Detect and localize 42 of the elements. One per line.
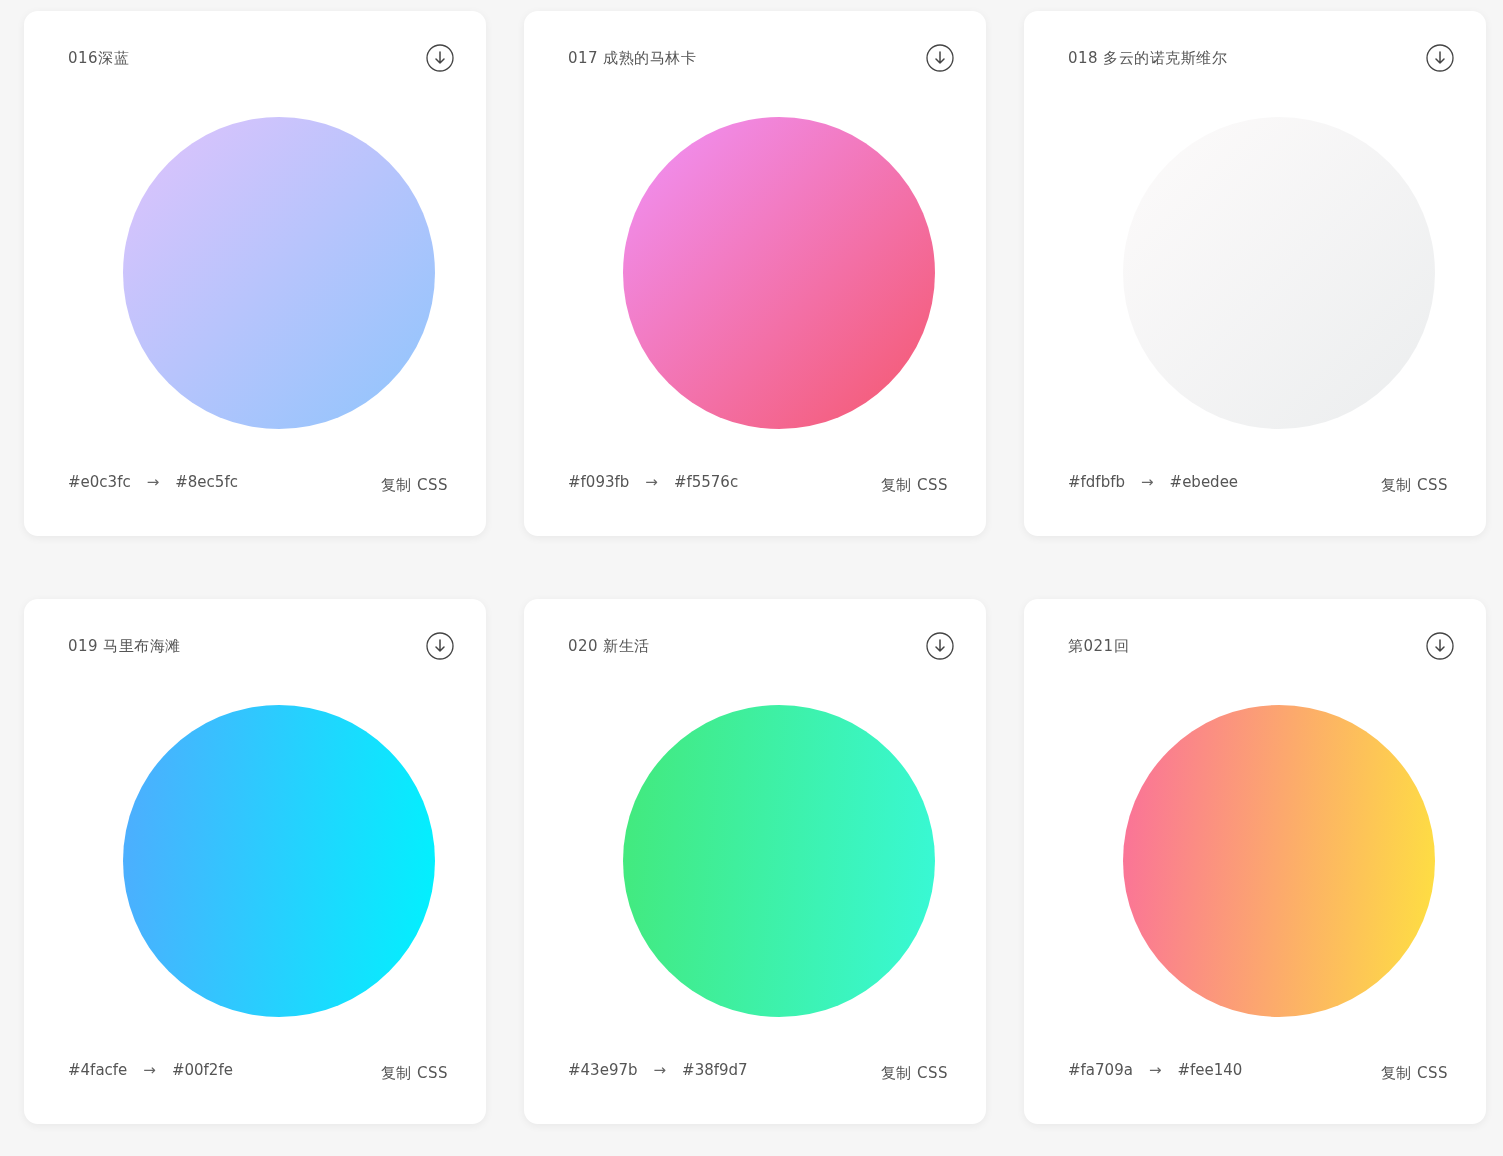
download-button[interactable] — [1426, 44, 1454, 72]
start-color-code: #fdfbfb — [1068, 473, 1125, 491]
download-icon — [926, 44, 954, 72]
download-button[interactable] — [426, 44, 454, 72]
download-icon — [1426, 632, 1454, 660]
copy-css-link[interactable]: 复制 CSS — [1380, 1064, 1448, 1083]
download-button[interactable] — [1426, 632, 1454, 660]
download-icon — [426, 44, 454, 72]
card-title: 017 成熟的马林卡 — [568, 48, 697, 68]
card-title: 020 新生活 — [568, 636, 650, 656]
download-icon — [926, 632, 954, 660]
start-color-code: #f093fb — [568, 473, 630, 491]
download-icon — [1426, 44, 1454, 72]
copy-css-link[interactable]: 复制 CSS — [380, 476, 448, 495]
download-button[interactable] — [426, 632, 454, 660]
copy-css-link[interactable]: 复制 CSS — [880, 476, 948, 495]
card-title: 018 多云的诺克斯维尔 — [1068, 48, 1228, 68]
end-color-code: #ebedee — [1169, 473, 1239, 491]
copy-css-link[interactable]: 复制 CSS — [1380, 476, 1448, 495]
download-button[interactable] — [926, 44, 954, 72]
arrow-text: → — [653, 1061, 667, 1079]
start-color-code: #fa709a — [1068, 1061, 1133, 1079]
start-color-code: #43e97b — [568, 1061, 638, 1079]
start-color-code: #e0c3fc — [68, 473, 131, 491]
arrow-text: → — [1148, 1061, 1162, 1079]
end-color-code: #fee140 — [1177, 1061, 1243, 1079]
end-color-code: #f5576c — [673, 473, 739, 491]
copy-css-link[interactable]: 复制 CSS — [380, 1064, 448, 1083]
card-title: 016深蓝 — [68, 48, 130, 68]
copy-css-link[interactable]: 复制 CSS — [880, 1064, 948, 1083]
card-title: 019 马里布海滩 — [68, 636, 181, 656]
download-icon — [426, 632, 454, 660]
arrow-text: → — [146, 473, 160, 491]
end-color-code: #38f9d7 — [682, 1061, 748, 1079]
end-color-code: #8ec5fc — [175, 473, 238, 491]
download-button[interactable] — [926, 632, 954, 660]
card-title: 第021回 — [1068, 636, 1130, 656]
end-color-code: #00f2fe — [171, 1061, 233, 1079]
arrow-text: → — [143, 1061, 156, 1079]
arrow-text: → — [645, 473, 658, 491]
arrow-text: → — [1141, 473, 1154, 491]
start-color-code: #4facfe — [68, 1061, 128, 1079]
